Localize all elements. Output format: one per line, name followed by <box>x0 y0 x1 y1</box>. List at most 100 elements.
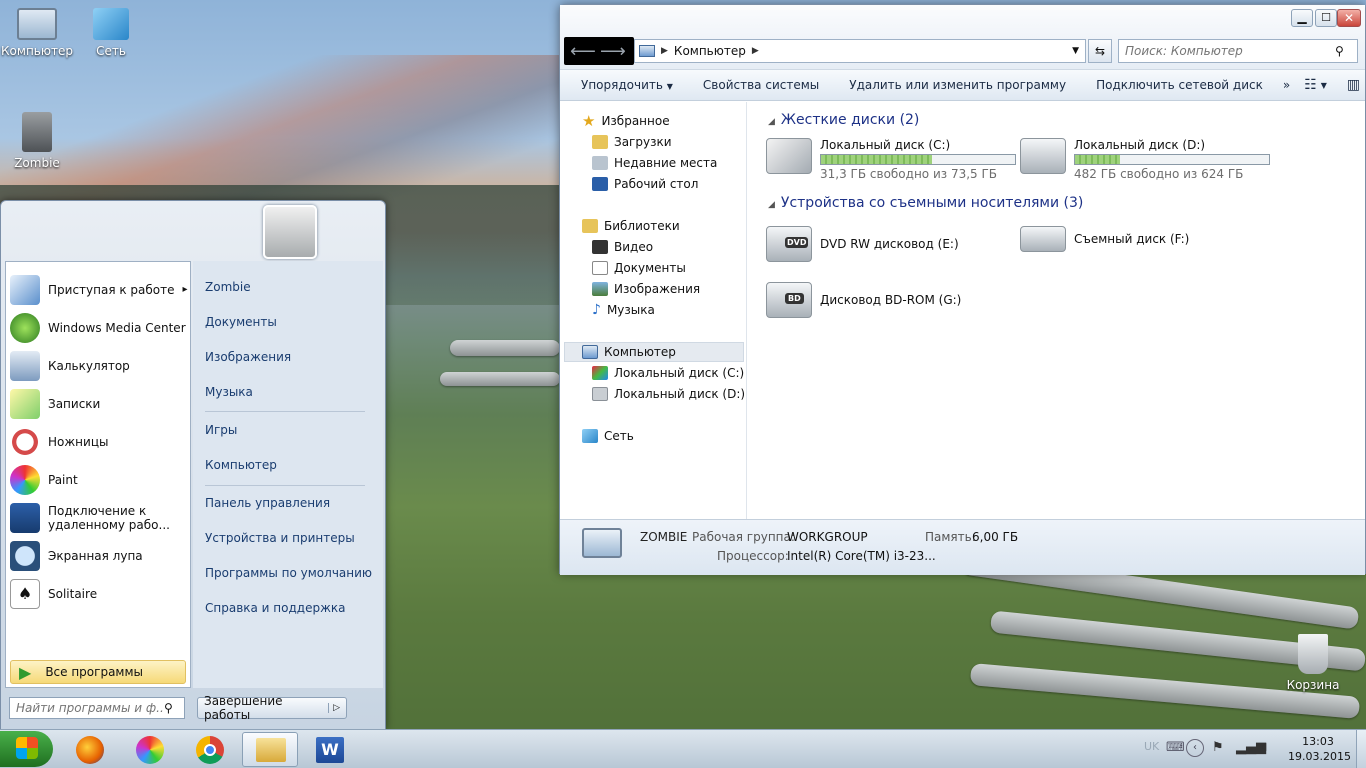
chrome-center-icon <box>204 744 216 756</box>
forward-arrow-icon[interactable]: ⟶ <box>600 41 626 62</box>
view-options-icon[interactable]: ☷ <box>1304 77 1317 93</box>
laptop-icon <box>582 528 622 558</box>
keyboard-icon[interactable]: ⌨ <box>1166 740 1185 755</box>
start-search-input[interactable] <box>16 701 164 715</box>
place-images[interactable]: Изображения <box>205 350 291 364</box>
start-search-box[interactable]: ⚲ <box>9 697 185 719</box>
system-drive-icon <box>766 138 812 174</box>
all-programs-button[interactable]: ▶ Все программы <box>10 660 186 684</box>
address-text[interactable]: Компьютер <box>674 44 746 58</box>
drive-tile-g[interactable]: BD Дисковод BD-ROM (G:) <box>766 282 961 318</box>
program-remote-desktop[interactable]: Подключение к удаленному рабо... <box>10 500 188 536</box>
program-sticky-notes[interactable]: Записки <box>10 386 188 422</box>
program-list: Приступая к работе ▸ Windows Media Center… <box>5 261 191 688</box>
nav-network[interactable]: Сеть <box>582 427 634 445</box>
organize-button[interactable]: Упорядочить ▼ <box>581 78 673 92</box>
desktop-icon-computer[interactable]: Компьютер <box>0 8 74 58</box>
action-center-flag-icon[interactable]: ⚑ <box>1212 740 1224 755</box>
nav-music[interactable]: ♪ Музыка <box>592 301 655 319</box>
desktop-icon-label: Сеть <box>96 44 126 58</box>
place-games[interactable]: Игры <box>205 423 237 437</box>
close-button[interactable]: ✕ <box>1337 9 1361 27</box>
maximize-button[interactable]: ☐ <box>1315 9 1337 27</box>
breadcrumb-arrow-icon[interactable]: ▶ <box>752 46 759 56</box>
nav-computer[interactable]: Компьютер <box>582 343 676 361</box>
nav-label: Музыка <box>606 303 655 317</box>
place-default-programs[interactable]: Программы по умолчанию <box>205 566 372 580</box>
map-network-drive-button[interactable]: Подключить сетевой диск <box>1096 78 1263 92</box>
place-music[interactable]: Музыка <box>205 385 253 399</box>
refresh-button[interactable]: ⇆ <box>1088 39 1112 63</box>
nav-images[interactable]: Изображения <box>592 280 700 298</box>
place-control-panel[interactable]: Панель управления <box>205 496 330 510</box>
sticky-notes-icon <box>10 389 40 419</box>
system-properties-button[interactable]: Свойства системы <box>703 78 819 92</box>
nav-recent[interactable]: Недавние места <box>592 154 717 172</box>
program-media-center[interactable]: Windows Media Center <box>10 310 188 346</box>
nav-libraries[interactable]: Библиотеки <box>582 217 680 235</box>
nav-desktop[interactable]: Рабочий стол <box>592 175 698 193</box>
hard-disks-group-header[interactable]: ◢ Жесткие диски (2) <box>768 112 919 128</box>
nav-disk-d[interactable]: Локальный диск (D:) <box>592 385 745 403</box>
computer-name: ZOMBIE <box>640 530 688 544</box>
nav-downloads[interactable]: Загрузки <box>592 133 672 151</box>
nav-disk-c[interactable]: Локальный диск (C:) <box>592 364 744 382</box>
taskbar-chrome[interactable] <box>182 732 238 767</box>
program-solitaire[interactable]: ♠ Solitaire <box>10 576 188 612</box>
desktop-icon-zombie-folder[interactable]: Zombie <box>0 112 74 170</box>
language-indicator[interactable]: UK <box>1144 740 1159 753</box>
place-documents[interactable]: Документы <box>205 315 277 329</box>
cpu-label: Процессор: <box>717 549 789 563</box>
address-bar[interactable]: ▶ Компьютер ▶ ▼ <box>634 39 1086 63</box>
nav-video[interactable]: Видео <box>592 238 653 256</box>
program-paint[interactable]: Paint <box>10 462 188 498</box>
uninstall-program-button[interactable]: Удалить или изменить программу <box>849 78 1066 92</box>
search-input[interactable] <box>1125 44 1335 58</box>
star-icon: ★ <box>582 112 596 130</box>
chevron-down-icon[interactable]: ▼ <box>1321 81 1327 90</box>
taskbar-firefox[interactable] <box>62 732 118 767</box>
shutdown-options-arrow-icon[interactable]: ▷ <box>328 703 340 713</box>
nav-favorites[interactable]: ★ Избранное <box>582 112 670 130</box>
search-icon[interactable]: ⚲ <box>164 701 173 715</box>
back-arrow-icon[interactable]: ⟵ <box>570 41 596 62</box>
place-help-support[interactable]: Справка и поддержка <box>205 601 346 615</box>
search-icon[interactable]: ⚲ <box>1335 44 1344 58</box>
place-user-folder[interactable]: Zombie <box>205 280 251 294</box>
place-computer[interactable]: Компьютер <box>205 458 277 472</box>
program-getting-started[interactable]: Приступая к работе ▸ <box>10 272 188 308</box>
taskbar-paint[interactable] <box>122 732 178 767</box>
drive-tile-f[interactable]: Съемный диск (F:) <box>1020 226 1189 252</box>
explorer-window[interactable]: ▁ ☐ ✕ ⟵ ⟶ ▶ Компьютер ▶ ▼ ⇆ ⚲ Упорядочит… <box>559 4 1366 575</box>
show-hidden-icons-chevron-icon[interactable]: ‹ <box>1186 739 1204 757</box>
downloads-folder-icon <box>592 135 608 149</box>
drive-tile-c[interactable]: Локальный диск (C:) 31,3 ГБ свободно из … <box>766 138 1016 181</box>
user-avatar[interactable] <box>263 205 317 259</box>
volume-icon[interactable]: 🔈︎ <box>1262 739 1270 755</box>
program-calculator[interactable]: Калькулятор <box>10 348 188 384</box>
minimize-button[interactable]: ▁ <box>1291 9 1313 27</box>
shutdown-button[interactable]: Завершение работы ▷ <box>197 694 347 722</box>
start-button[interactable] <box>0 731 53 767</box>
drive-tile-d[interactable]: Локальный диск (D:) 482 ГБ свободно из 6… <box>1020 138 1270 181</box>
nav-documents[interactable]: Документы <box>592 259 686 277</box>
desktop-icon-recycle-bin[interactable]: Корзина <box>1276 634 1350 692</box>
chevron-down-icon: ▼ <box>666 82 673 91</box>
breadcrumb-arrow-icon[interactable]: ▶ <box>661 46 668 56</box>
taskbar-word[interactable]: W <box>302 732 358 767</box>
preview-pane-icon[interactable]: ▥ <box>1347 77 1360 93</box>
recent-places-icon <box>592 156 608 170</box>
chevron-down-icon[interactable]: ▼ <box>1072 46 1079 56</box>
drive-tile-e[interactable]: DVD DVD RW дисковод (E:) <box>766 226 959 262</box>
removable-group-header[interactable]: ◢ Устройства со съемными носителями (3) <box>768 195 1083 211</box>
more-commands-button[interactable]: » <box>1283 78 1290 92</box>
taskbar-explorer[interactable] <box>242 732 298 767</box>
program-magnifier[interactable]: Экранная лупа <box>10 538 188 574</box>
program-snipping-tool[interactable]: Ножницы <box>10 424 188 460</box>
clock[interactable]: 13:03 19.03.2015 <box>1288 734 1351 764</box>
show-desktop-button[interactable] <box>1356 730 1366 768</box>
place-devices-printers[interactable]: Устройства и принтеры <box>205 531 355 545</box>
command-bar: Упорядочить ▼ Свойства системы Удалить и… <box>560 69 1365 101</box>
desktop-icon-network[interactable]: Сеть <box>74 8 148 58</box>
search-box[interactable]: ⚲ <box>1118 39 1358 63</box>
